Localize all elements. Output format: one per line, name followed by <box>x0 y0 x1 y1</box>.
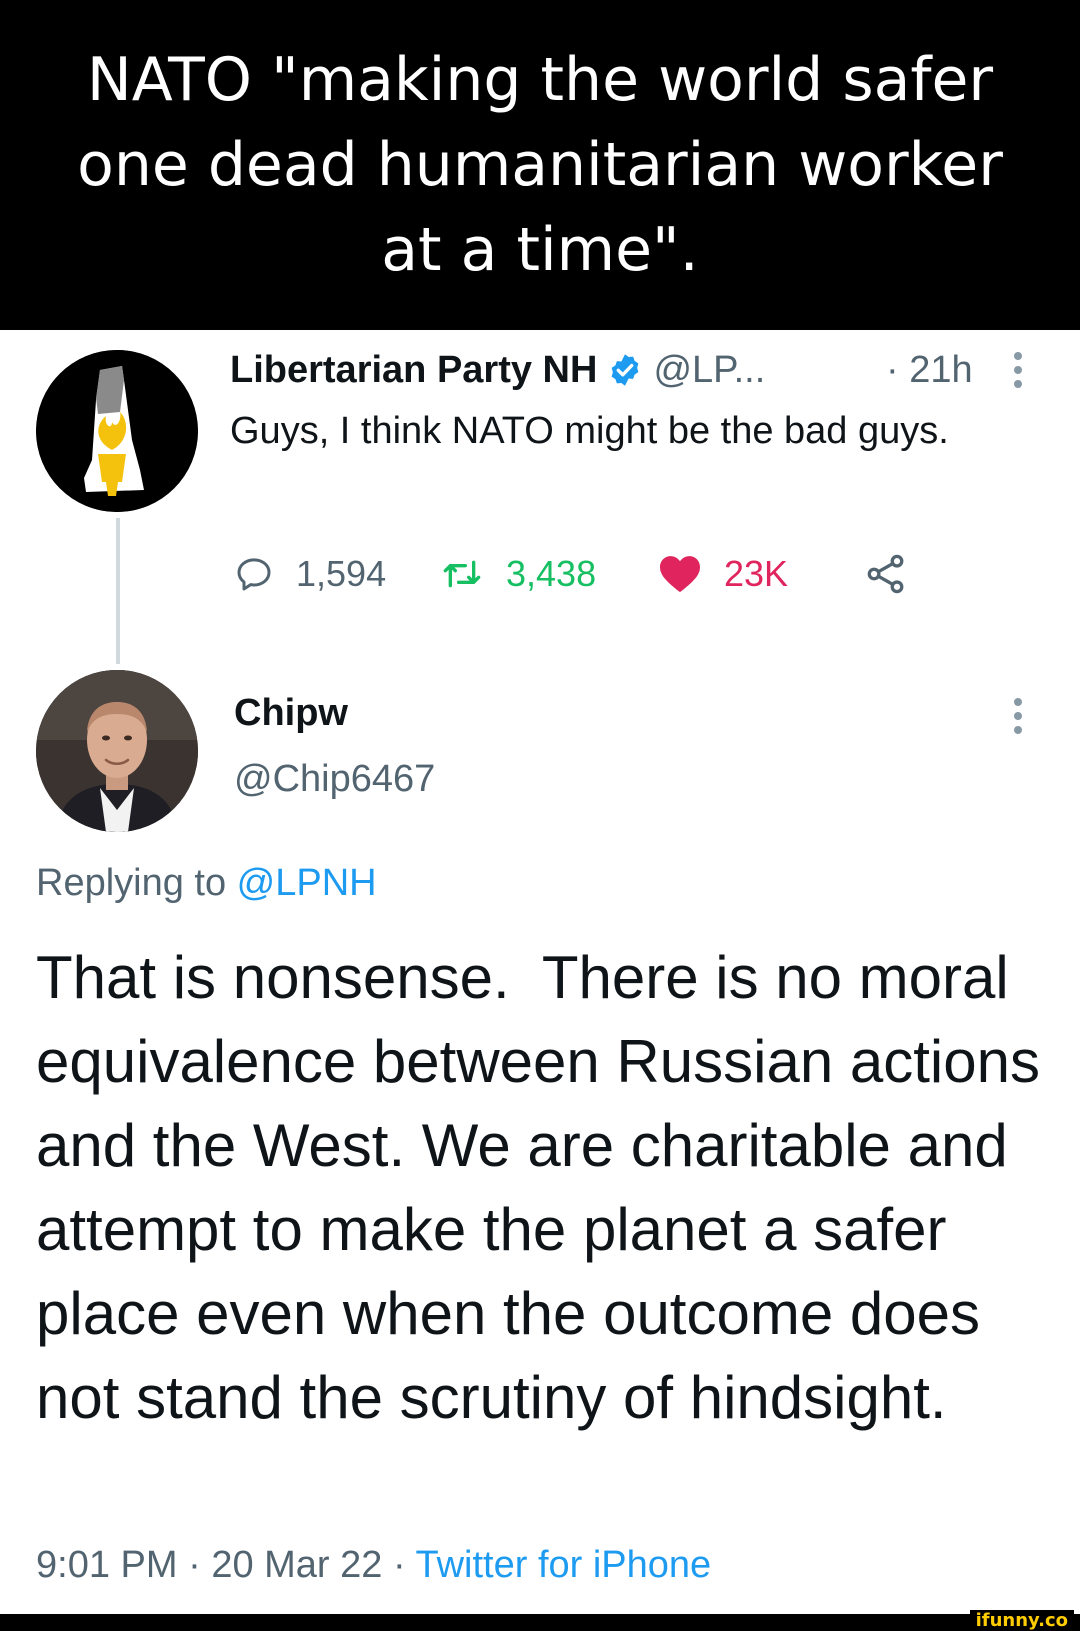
share-nodes-icon <box>867 554 904 594</box>
tweet2-metadata: 9:01 PM · 20 Mar 22 · Twitter for iPhone <box>36 1544 711 1587</box>
heart-icon <box>660 556 700 593</box>
tweet2-text: That is nonsense. There is no moral equi… <box>36 944 1057 1431</box>
tweet2-time[interactable]: 9:01 PM <box>36 1544 178 1586</box>
tweet2-author-name[interactable]: Chipw <box>234 692 348 735</box>
new-hampshire-torch-logo <box>36 350 198 512</box>
replying-to-link[interactable]: @LPNH <box>237 862 377 904</box>
retweet-count: 3,438 <box>506 553 597 594</box>
ifunny-watermark: ifunny.co <box>969 1610 1074 1631</box>
replying-to-label: Replying to <box>36 862 237 904</box>
tweet1-action-bar: 1,594 3,438 23K <box>230 548 930 600</box>
share-button[interactable] <box>864 548 908 600</box>
dot <box>1014 380 1022 388</box>
tweet2-more-button[interactable] <box>1012 698 1024 734</box>
retweet-button[interactable]: 3,438 <box>440 548 596 600</box>
tweet1-author-name[interactable]: Libertarian Party NH <box>230 349 597 392</box>
dot <box>1014 366 1022 374</box>
tweet1-more-button[interactable] <box>1012 352 1024 388</box>
thread-connector-line <box>116 518 120 664</box>
bottom-bar <box>0 1614 1080 1631</box>
dot <box>1014 352 1022 360</box>
reply-count: 1,594 <box>296 553 387 594</box>
tweet2-date[interactable]: 20 Mar 22 <box>211 1544 382 1586</box>
speech-bubble-icon <box>237 558 271 591</box>
dot <box>1014 712 1022 720</box>
chipw-avatar[interactable] <box>36 670 198 832</box>
retweet-arrows-icon <box>443 560 481 588</box>
separator-dot: · <box>392 1544 416 1586</box>
dot <box>1014 726 1022 734</box>
tweet2-author-handle[interactable]: @Chip6467 <box>234 758 435 801</box>
profile-photo-man-icon <box>36 670 198 832</box>
tweet1-header: Libertarian Party NH @LP... <box>230 342 765 398</box>
separator-dot: · <box>188 1544 212 1586</box>
like-button[interactable]: 23K <box>658 548 788 600</box>
meme-caption-banner: NATO "making the world safer one dead hu… <box>0 0 1080 330</box>
dot <box>1014 698 1022 706</box>
tweet1-author-handle[interactable]: @LP... <box>653 349 765 392</box>
replying-to-line: Replying to @LPNH <box>36 862 377 905</box>
tweet1-timestamp[interactable]: · 21h <box>886 349 973 392</box>
tweet2-source-link[interactable]: Twitter for iPhone <box>416 1544 712 1586</box>
reply-button[interactable]: 1,594 <box>234 548 386 600</box>
verified-badge-icon <box>612 354 639 386</box>
like-count: 23K <box>724 553 789 594</box>
libertarian-party-avatar[interactable] <box>36 350 198 512</box>
meme-caption-text: NATO "making the world safer one dead hu… <box>77 44 1003 285</box>
tweet1-text: Guys, I think NATO might be the bad guys… <box>230 410 949 452</box>
